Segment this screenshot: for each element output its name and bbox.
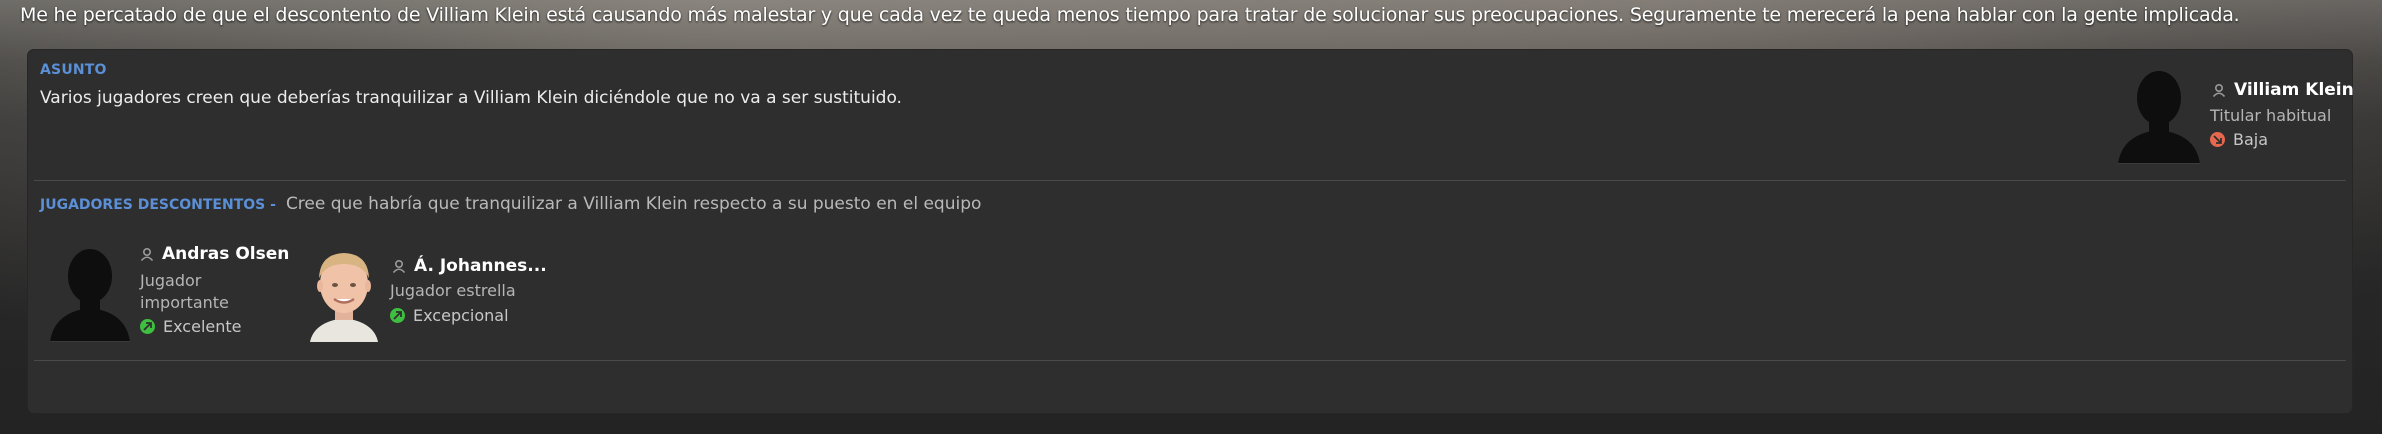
player-status: Excepcional [390,306,509,325]
player-status-text: Excelente [163,317,242,336]
subject-player-role: Titular habitual [2210,106,2332,125]
player-status-text: Excepcional [413,306,509,325]
section-divider [34,180,2346,181]
subject-panel: ASUNTO Varios jugadores creen que deberí… [28,50,2354,413]
intro-message: Me he percatado de que el descontento de… [20,4,2240,26]
subject-text: Varios jugadores creen que deberías tran… [40,88,902,108]
player-role: Jugador estrella [390,281,516,300]
subject-player-name: Villiam Klein [2234,80,2354,100]
subject-player-status-text: Baja [2233,130,2269,149]
person-icon [140,247,154,261]
player-silhouette-icon [2118,71,2200,164]
person-icon [2212,83,2226,97]
unhappy-header: JUGADORES DESCONTENTOS - Cree que habría… [40,194,981,214]
player-role: Jugador importante [140,270,229,314]
player-name: Andras Olsen [162,244,290,264]
subject-player-name-row[interactable]: Villiam Klein [2212,80,2354,100]
unhappy-label: JUGADORES DESCONTENTOS - [40,197,276,213]
arrow-up-circle-icon [140,319,155,334]
player-role-line1: Jugador [140,271,202,290]
player-name-row[interactable]: Andras Olsen [140,244,289,264]
player-photo [304,242,384,342]
player-status: Excelente [140,317,241,336]
arrow-up-circle-icon [390,308,405,323]
player-name: Á. Johannes... [414,256,547,276]
player-silhouette-icon [50,249,130,342]
unhappy-description: Cree que habría que tranquilizar a Villi… [285,194,982,214]
arrow-down-circle-icon [2210,132,2225,147]
subject-player-status: Baja [2210,130,2268,149]
subject-label: ASUNTO [40,62,107,78]
person-icon [392,259,406,273]
player-role-line2: importante [140,293,229,312]
section-divider [34,360,2346,361]
player-name-row[interactable]: Á. Johannes... [392,256,547,276]
